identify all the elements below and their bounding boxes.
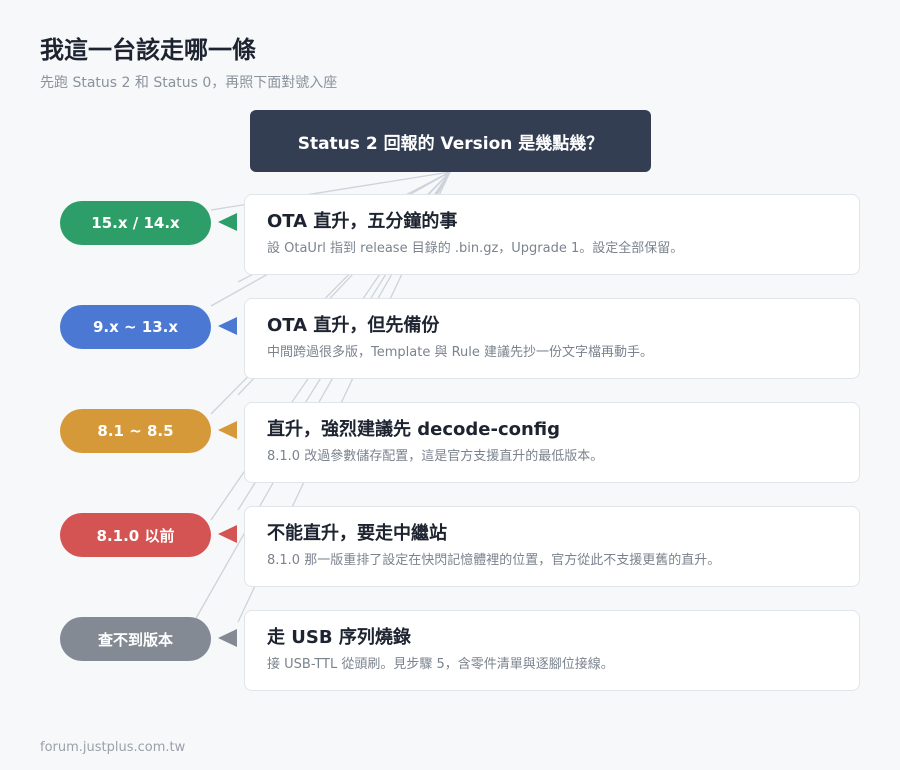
arrow-icon-5 bbox=[218, 629, 237, 647]
arrow-icon-2 bbox=[218, 317, 237, 335]
version-pill-before-810: 8.1.0 以前 bbox=[60, 513, 211, 557]
card-title: 不能直升，要走中繼站 bbox=[267, 523, 447, 544]
version-pill-9x-13x: 9.x ~ 13.x bbox=[60, 305, 211, 349]
branch-card-ota-backup: OTA 直升，但先備份 中間跨過很多版，Template 與 Rule 建議先抄… bbox=[244, 298, 860, 379]
card-title: OTA 直升，但先備份 bbox=[267, 315, 440, 336]
version-pill-15x-14x: 15.x / 14.x bbox=[60, 201, 211, 245]
arrow-icon-1 bbox=[218, 213, 237, 231]
card-title: 走 USB 序列燒錄 bbox=[267, 627, 411, 648]
branch-card-usb-serial: 走 USB 序列燒錄 接 USB-TTL 從頭刷。見步驟 5，含零件清單與逐腳位… bbox=[244, 610, 860, 691]
card-description: 8.1.0 改過參數儲存配置，這是官方支援直升的最低版本。 bbox=[267, 449, 604, 464]
card-title: OTA 直升，五分鐘的事 bbox=[267, 211, 458, 232]
decision-question: Status 2 回報的 Version 是幾點幾？ bbox=[250, 110, 651, 172]
arrow-icon-3 bbox=[218, 421, 237, 439]
branch-card-intermediate: 不能直升，要走中繼站 8.1.0 那一版重排了設定在快閃記憶體裡的位置，官方從此… bbox=[244, 506, 860, 587]
card-description: 設 OtaUrl 指到 release 目錄的 .bin.gz，Upgrade … bbox=[267, 241, 684, 256]
arrow-icon-4 bbox=[218, 525, 237, 543]
card-description: 接 USB-TTL 從頭刷。見步驟 5，含零件清單與逐腳位接線。 bbox=[267, 657, 614, 672]
card-description: 8.1.0 那一版重排了設定在快閃記憶體裡的位置，官方從此不支援更舊的直升。 bbox=[267, 553, 721, 568]
card-title: 直升，強烈建議先 decode-config bbox=[267, 419, 561, 440]
branch-card-decode-config: 直升，強烈建議先 decode-config 8.1.0 改過參數儲存配置，這是… bbox=[244, 402, 860, 483]
footer-domain: forum.justplus.com.tw bbox=[40, 740, 186, 755]
card-description: 中間跨過很多版，Template 與 Rule 建議先抄一份文字檔再動手。 bbox=[267, 345, 654, 360]
branch-card-ota-direct: OTA 直升，五分鐘的事 設 OtaUrl 指到 release 目錄的 .bi… bbox=[244, 194, 860, 275]
version-pill-81-85: 8.1 ~ 8.5 bbox=[60, 409, 211, 453]
version-pill-unknown: 查不到版本 bbox=[60, 617, 211, 661]
